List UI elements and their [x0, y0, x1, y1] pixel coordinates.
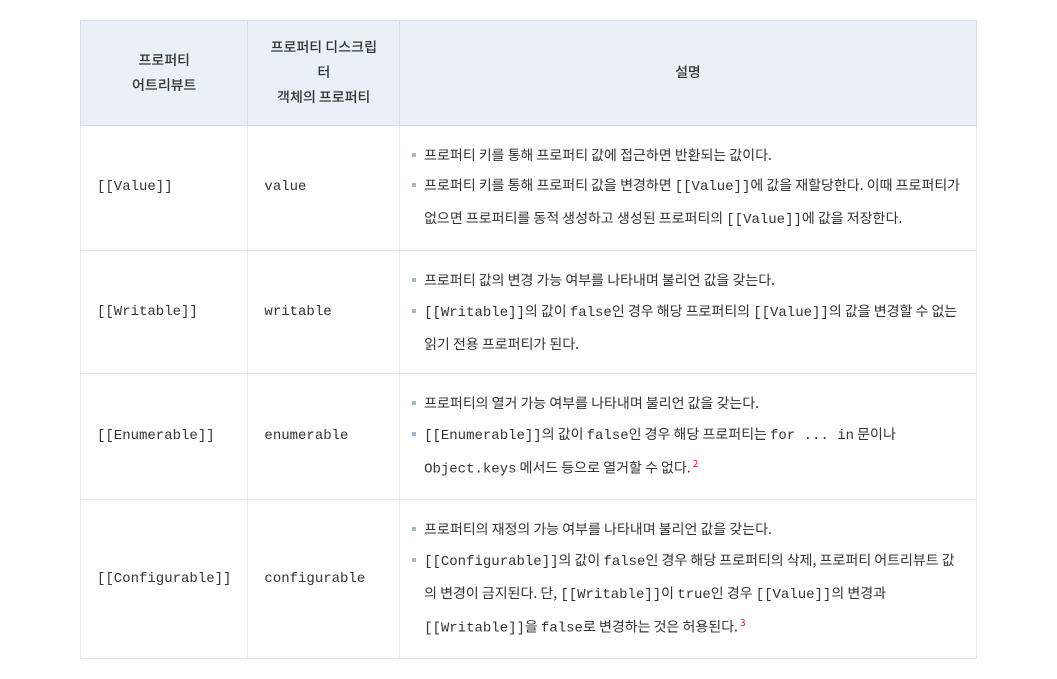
code-span: false	[587, 428, 629, 444]
description-list: 프로퍼티 값의 변경 가능 여부를 나타내며 불리언 값을 갖는다.[[Writ…	[406, 265, 960, 359]
code-span: false	[541, 620, 583, 636]
attribute-cell: [[Writable]]	[81, 250, 248, 373]
attribute-cell: [[Enumerable]]	[81, 374, 248, 500]
code-span: true	[677, 587, 711, 603]
header-descriptor: 프로퍼티 디스크립터 객체의 프로퍼티	[248, 21, 400, 126]
attribute-cell: [[Configurable]]	[81, 500, 248, 659]
code-span: for ... in	[770, 428, 854, 444]
code-span: [[Writable]]	[424, 305, 525, 321]
list-item: 프로퍼티 값의 변경 가능 여부를 나타내며 불리언 값을 갖는다.	[406, 265, 960, 296]
header-attribute: 프로퍼티 어트리뷰트	[81, 21, 248, 126]
description-cell: 프로퍼티의 재정의 가능 여부를 나타내며 불리언 값을 갖는다.[[Confi…	[400, 500, 977, 659]
code-span: [[Value]]	[726, 212, 802, 228]
description-list: 프로퍼티의 재정의 가능 여부를 나타내며 불리언 값을 갖는다.[[Confi…	[406, 514, 960, 644]
list-item: [[Writable]]의 값이 false인 경우 해당 프로퍼티의 [[Va…	[406, 296, 960, 360]
header-description: 설명	[400, 21, 977, 126]
code-span: [[Configurable]]	[424, 554, 558, 570]
table-row: [[Configurable]]configurable프로퍼티의 재정의 가능…	[81, 500, 977, 659]
description-cell: 프로퍼티 값의 변경 가능 여부를 나타내며 불리언 값을 갖는다.[[Writ…	[400, 250, 977, 373]
list-item: 프로퍼티 키를 통해 프로퍼티 값을 변경하면 [[Value]]에 값을 재할…	[406, 170, 960, 236]
code-span: [[Writable]]	[560, 587, 661, 603]
list-item: 프로퍼티 키를 통해 프로퍼티 값에 접근하면 반환되는 값이다.	[406, 140, 960, 171]
code-span: [[Enumerable]]	[424, 428, 542, 444]
attribute-cell: [[Value]]	[81, 125, 248, 250]
descriptor-cell: writable	[248, 250, 400, 373]
description-list: 프로퍼티의 열거 가능 여부를 나타내며 불리언 값을 갖는다.[[Enumer…	[406, 388, 960, 485]
table-header-row: 프로퍼티 어트리뷰트 프로퍼티 디스크립터 객체의 프로퍼티 설명	[81, 21, 977, 126]
list-item: [[Enumerable]]의 값이 false인 경우 해당 프로퍼티는 fo…	[406, 419, 960, 485]
table-row: [[Writable]]writable프로퍼티 값의 변경 가능 여부를 나타…	[81, 250, 977, 373]
code-span: [[Value]]	[753, 305, 829, 321]
footnote-ref: 2	[693, 455, 699, 470]
descriptor-cell: value	[248, 125, 400, 250]
list-item: 프로퍼티의 재정의 가능 여부를 나타내며 불리언 값을 갖는다.	[406, 514, 960, 545]
code-span: [[Value]]	[756, 587, 832, 603]
table-row: [[Value]]value프로퍼티 키를 통해 프로퍼티 값에 접근하면 반환…	[81, 125, 977, 250]
descriptor-cell: enumerable	[248, 374, 400, 500]
table-row: [[Enumerable]]enumerable프로퍼티의 열거 가능 여부를 …	[81, 374, 977, 500]
description-cell: 프로퍼티 키를 통해 프로퍼티 값에 접근하면 반환되는 값이다.프로퍼티 키를…	[400, 125, 977, 250]
list-item: [[Configurable]]의 값이 false인 경우 해당 프로퍼티의 …	[406, 545, 960, 644]
footnote-ref: 3	[740, 614, 746, 629]
description-list: 프로퍼티 키를 통해 프로퍼티 값에 접근하면 반환되는 값이다.프로퍼티 키를…	[406, 140, 960, 236]
list-item: 프로퍼티의 열거 가능 여부를 나타내며 불리언 값을 갖는다.	[406, 388, 960, 419]
code-span: false	[570, 305, 612, 321]
descriptor-cell: configurable	[248, 500, 400, 659]
property-attributes-table: 프로퍼티 어트리뷰트 프로퍼티 디스크립터 객체의 프로퍼티 설명 [[Valu…	[80, 20, 977, 659]
description-cell: 프로퍼티의 열거 가능 여부를 나타내며 불리언 값을 갖는다.[[Enumer…	[400, 374, 977, 500]
code-span: Object.keys	[424, 462, 516, 478]
code-span: false	[603, 554, 645, 570]
code-span: [[Value]]	[675, 179, 751, 195]
code-span: [[Writable]]	[424, 620, 525, 636]
